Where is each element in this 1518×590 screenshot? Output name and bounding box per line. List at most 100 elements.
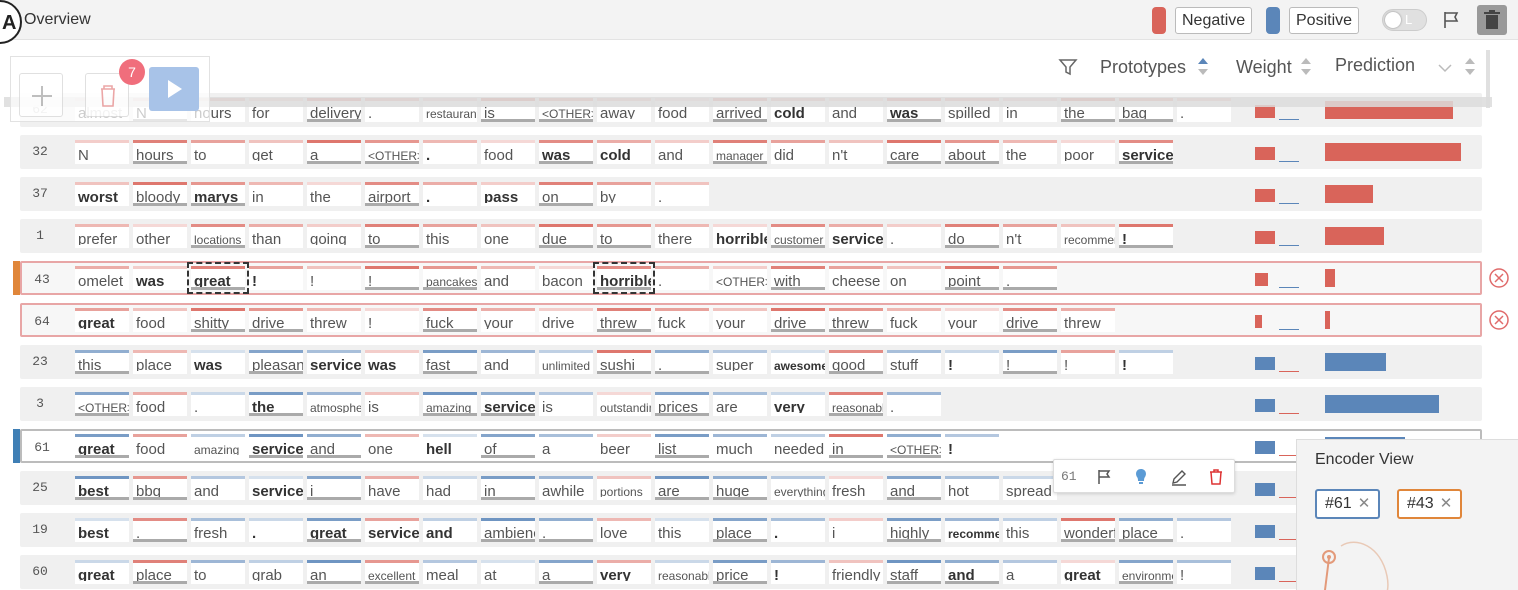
token[interactable]: a — [539, 434, 593, 458]
token[interactable]: ! — [1061, 350, 1115, 374]
token[interactable]: environment — [1119, 560, 1173, 584]
token[interactable]: there — [655, 224, 709, 248]
token[interactable]: cheese — [829, 266, 883, 290]
token[interactable]: threw — [829, 308, 883, 332]
token[interactable]: this — [423, 224, 477, 248]
token[interactable]: N — [75, 140, 129, 164]
token[interactable]: do — [945, 224, 999, 248]
token[interactable]: beer — [597, 434, 651, 458]
token[interactable]: . — [423, 182, 477, 206]
token[interactable]: needed — [771, 434, 825, 458]
token[interactable]: this — [75, 350, 129, 374]
token[interactable]: service — [307, 350, 361, 374]
token[interactable]: list — [655, 434, 709, 458]
token[interactable]: and — [481, 350, 535, 374]
token[interactable]: awesome — [771, 350, 825, 374]
token[interactable]: at — [481, 560, 535, 584]
encoder-chip-61[interactable]: #61 ✕ — [1315, 489, 1381, 519]
token[interactable]: to — [597, 224, 651, 248]
token[interactable]: customer — [771, 224, 825, 248]
token[interactable]: are — [713, 392, 767, 416]
token[interactable]: are — [655, 476, 709, 500]
token[interactable]: your — [481, 308, 535, 332]
token[interactable]: i — [829, 518, 883, 542]
token[interactable]: in — [829, 434, 883, 458]
token[interactable]: ! — [1003, 350, 1057, 374]
token[interactable]: is — [539, 392, 593, 416]
token[interactable]: on — [887, 266, 941, 290]
token[interactable]: ! — [1119, 350, 1173, 374]
token[interactable]: . — [249, 518, 303, 542]
token[interactable]: service — [829, 224, 883, 248]
token[interactable]: amazing — [423, 392, 477, 416]
token[interactable]: staff — [887, 560, 941, 584]
token[interactable]: an — [307, 560, 361, 584]
token[interactable]: good — [829, 350, 883, 374]
token[interactable]: ! — [945, 434, 999, 458]
token[interactable]: ! — [945, 350, 999, 374]
token[interactable]: a — [539, 560, 593, 584]
token[interactable]: point — [945, 266, 999, 290]
token[interactable]: threw — [307, 308, 361, 332]
token[interactable]: poor — [1061, 140, 1115, 164]
token[interactable]: and — [481, 266, 535, 290]
token[interactable]: . — [133, 518, 187, 542]
token[interactable]: . — [1003, 266, 1057, 290]
token[interactable]: a — [307, 140, 361, 164]
token[interactable]: ! — [365, 308, 419, 332]
token[interactable]: and — [191, 476, 245, 500]
encoder-chip-43[interactable]: #43 ✕ — [1397, 489, 1463, 519]
token[interactable]: horrible — [593, 262, 655, 294]
token[interactable]: horrible — [713, 224, 767, 248]
token[interactable]: . — [655, 266, 709, 290]
token[interactable]: to — [191, 560, 245, 584]
token[interactable]: sushi — [597, 350, 651, 374]
token[interactable]: care — [887, 140, 941, 164]
token[interactable]: very — [597, 560, 651, 584]
token[interactable]: drive — [771, 308, 825, 332]
token[interactable]: other — [133, 224, 187, 248]
remove-row-icon[interactable] — [1488, 309, 1510, 331]
token[interactable]: ! — [249, 266, 303, 290]
token[interactable]: place — [713, 518, 767, 542]
token[interactable]: airport — [365, 182, 419, 206]
token[interactable]: service — [249, 434, 303, 458]
token[interactable]: everything — [771, 476, 825, 500]
token[interactable]: unlimited — [539, 350, 593, 374]
token[interactable]: this — [1003, 518, 1057, 542]
token[interactable]: place — [133, 560, 187, 584]
token[interactable]: cold — [597, 140, 651, 164]
token[interactable]: worst — [75, 182, 129, 206]
token[interactable]: super — [713, 350, 767, 374]
close-icon[interactable]: ✕ — [1358, 495, 1371, 512]
token[interactable]: <OTHER> — [365, 140, 419, 164]
token[interactable]: and — [655, 140, 709, 164]
token[interactable]: your — [945, 308, 999, 332]
token[interactable]: bacon — [539, 266, 593, 290]
token[interactable]: best — [75, 518, 129, 542]
token[interactable]: i — [307, 476, 361, 500]
token[interactable]: . — [655, 182, 709, 206]
token[interactable]: excellent — [365, 560, 419, 584]
token[interactable]: pass — [481, 182, 535, 206]
token[interactable]: ! — [307, 266, 361, 290]
edit-icon[interactable] — [1169, 467, 1189, 487]
token[interactable]: service — [1119, 140, 1173, 164]
token[interactable]: . — [771, 518, 825, 542]
token[interactable]: have — [365, 476, 419, 500]
token[interactable]: about — [945, 140, 999, 164]
token[interactable]: was — [365, 350, 419, 374]
token[interactable]: recommend — [945, 518, 999, 542]
token[interactable]: in — [249, 182, 303, 206]
token[interactable]: huge — [713, 476, 767, 500]
token[interactable]: one — [481, 224, 535, 248]
token[interactable]: ! — [365, 266, 419, 290]
token[interactable]: pleasant — [249, 350, 303, 374]
token[interactable]: hell — [423, 434, 477, 458]
token[interactable]: . — [539, 518, 593, 542]
token[interactable]: food — [133, 434, 187, 458]
token[interactable]: on — [539, 182, 593, 206]
token[interactable]: and — [887, 476, 941, 500]
token[interactable]: ambience — [481, 518, 535, 542]
token[interactable]: fuck — [655, 308, 709, 332]
